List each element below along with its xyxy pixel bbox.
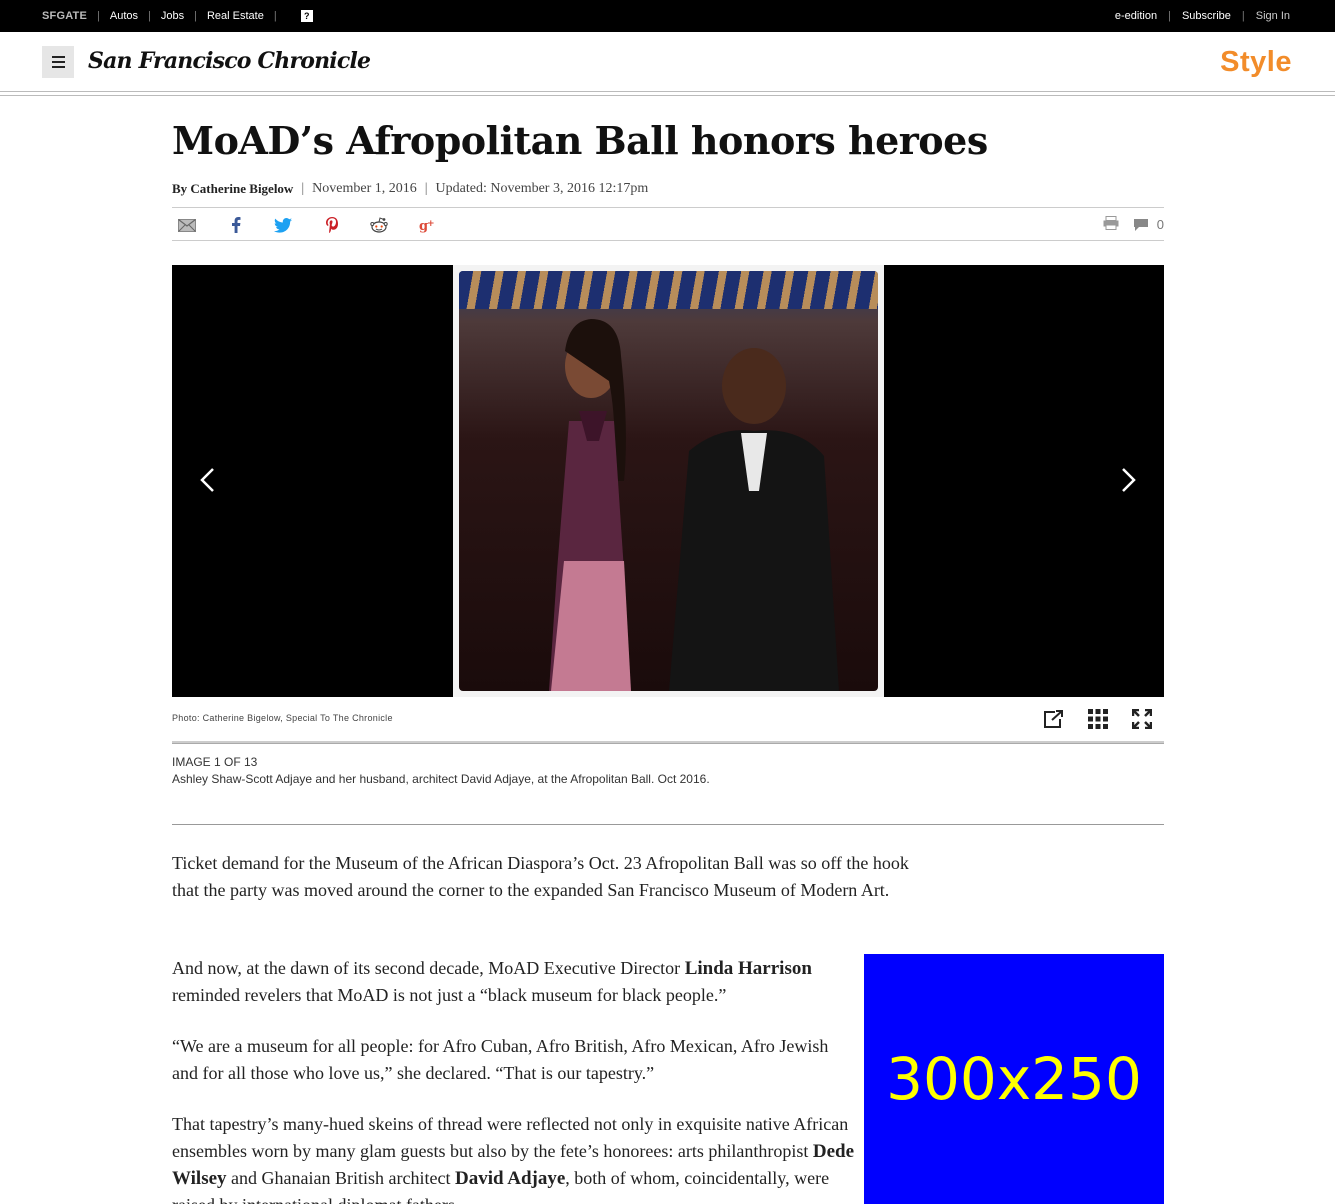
article-paragraph: “We are a museum for all people: for Afr…: [172, 1036, 829, 1083]
author-link[interactable]: By Catherine Bigelow: [172, 181, 293, 197]
photo-subject-man: [669, 348, 839, 691]
person-name: Linda Harrison: [684, 958, 812, 979]
email-icon[interactable]: [178, 216, 196, 234]
publish-date: November 1, 2016: [312, 181, 417, 196]
share-bar-right: 0: [1103, 216, 1164, 233]
top-nav-left: SFGATE | Autos | Jobs | Real Estate | ?: [42, 10, 313, 22]
article-paragraph: And now, at the dawn of its second decad…: [172, 958, 812, 1005]
article-headline: MoAD’s Afropolitan Ball honors heroes: [172, 118, 988, 163]
real-estate-link[interactable]: Real Estate: [207, 10, 264, 22]
updated-date: Updated: November 3, 2016 12:17pm: [435, 181, 649, 196]
fullscreen-icon[interactable]: [1130, 708, 1154, 730]
autos-link[interactable]: Autos: [110, 10, 138, 22]
divider: |: [1241, 10, 1245, 22]
byline: By Catherine Bigelow | November 1, 2016 …: [172, 181, 648, 197]
grid-view-icon[interactable]: [1086, 708, 1110, 730]
person-name: David Adjaye: [454, 1168, 566, 1189]
site-logo[interactable]: San Francisco Chronicle: [88, 48, 371, 74]
previous-arrow-icon[interactable]: [194, 465, 224, 495]
sign-in-link[interactable]: Sign In: [1256, 10, 1290, 22]
section-label[interactable]: Style: [1220, 46, 1292, 79]
photo-credit: Photo: Catherine Bigelow, Special To The…: [172, 713, 393, 723]
photo-caption: Ashley Shaw-Scott Adjaye and her husband…: [172, 772, 710, 786]
reddit-icon[interactable]: [370, 216, 388, 234]
divider: |: [97, 10, 100, 22]
facebook-icon[interactable]: [227, 216, 245, 234]
next-arrow-icon[interactable]: [1112, 465, 1142, 495]
comment-count: 0: [1156, 217, 1164, 232]
google-plus-icon[interactable]: g +: [418, 216, 436, 234]
image-counter: IMAGE 1 OF 13: [172, 755, 258, 769]
e-edition-link[interactable]: e-edition: [1115, 10, 1157, 22]
photo-subject-woman: [549, 319, 631, 691]
divider: |: [194, 10, 197, 22]
jobs-link[interactable]: Jobs: [161, 10, 184, 22]
masthead-divider: [0, 91, 1335, 96]
comment-icon: [1133, 218, 1148, 231]
subscribe-link[interactable]: Subscribe: [1182, 10, 1231, 22]
article-paragraph: That tapestry’s many-hued skeins of thre…: [172, 1114, 855, 1204]
print-icon[interactable]: [1103, 216, 1119, 233]
sfgate-link[interactable]: SFGATE: [42, 10, 87, 22]
photo-image: [459, 271, 878, 691]
top-nav-right: e-edition | Subscribe | Sign In: [1115, 10, 1290, 22]
twitter-icon[interactable]: [274, 216, 292, 234]
divider: |: [1168, 10, 1171, 22]
article-paragraph: Ticket demand for the Museum of the Afri…: [172, 853, 909, 900]
comments-link[interactable]: 0: [1133, 217, 1164, 232]
divider: |: [301, 181, 305, 196]
pinterest-icon[interactable]: [323, 216, 341, 234]
share-photo-icon[interactable]: [1042, 708, 1066, 730]
divider: |: [424, 181, 428, 196]
divider: |: [148, 10, 151, 22]
svg-text:+: +: [427, 219, 435, 229]
hamburger-menu-icon[interactable]: [42, 46, 74, 78]
caption-divider: [172, 824, 1164, 825]
masthead: San Francisco Chronicle Style: [0, 32, 1335, 96]
top-nav-bar: SFGATE | Autos | Jobs | Real Estate | ? …: [0, 0, 1335, 32]
gallery-divider: [172, 741, 1164, 744]
gallery-photo[interactable]: [453, 265, 884, 697]
share-bar: g + 0: [172, 207, 1164, 241]
help-icon[interactable]: ?: [300, 10, 313, 22]
photo-gallery: [172, 265, 1164, 697]
divider: |: [273, 10, 277, 22]
ad-placeholder[interactable]: 300x250: [864, 954, 1164, 1204]
gallery-tools: [1042, 708, 1154, 730]
